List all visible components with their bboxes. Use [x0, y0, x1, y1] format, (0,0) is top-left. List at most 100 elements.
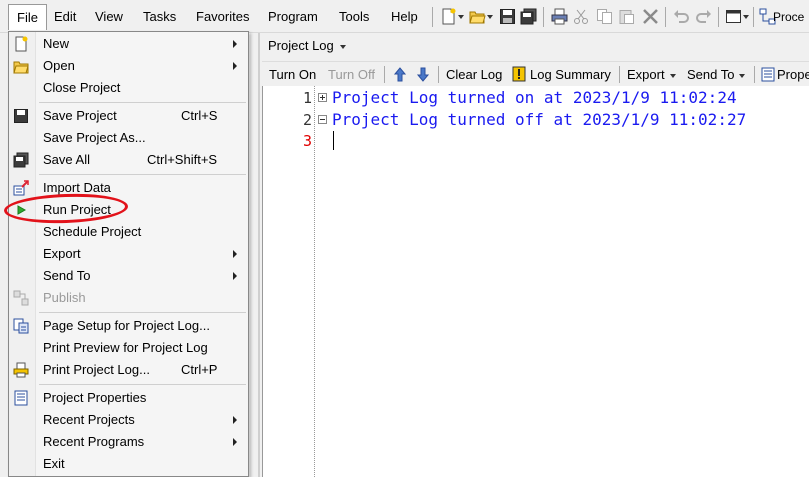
menu-item-label: Print Preview for Project Log — [43, 340, 208, 355]
menu-item-recent-projects[interactable]: Recent Projects — [10, 409, 247, 431]
panel-splitter[interactable] — [258, 33, 260, 477]
new-icon — [15, 36, 28, 52]
menu-file[interactable]: File — [8, 4, 47, 30]
menu-item-project-properties[interactable]: Project Properties — [10, 387, 247, 409]
turn-off-button[interactable]: Turn Off — [328, 62, 375, 87]
menu-item-save-project-as[interactable]: Save Project As... — [10, 127, 247, 149]
delete-icon[interactable] — [642, 8, 659, 25]
menu-item-print-project-log[interactable]: Print Project Log... Ctrl+P — [10, 359, 247, 381]
menu-item-shortcut: Ctrl+S — [181, 108, 218, 123]
save-all-icon[interactable] — [520, 8, 537, 25]
window-dropdown-arrow[interactable] — [743, 15, 749, 19]
menu-help[interactable]: Help — [383, 4, 426, 30]
menu-item-close-project[interactable]: Close Project — [10, 77, 247, 99]
menu-tasks[interactable]: Tasks — [135, 4, 184, 30]
new-dropdown-arrow[interactable] — [458, 15, 464, 19]
turn-on-button[interactable]: Turn On — [269, 62, 316, 87]
menu-edit[interactable]: Edit — [46, 4, 84, 30]
send-to-dropdown[interactable]: Send To — [687, 62, 746, 87]
menu-item-page-setup[interactable]: Page Setup for Project Log... — [10, 315, 247, 337]
properties-icon — [14, 390, 28, 406]
copy-icon[interactable] — [596, 8, 613, 25]
menu-item-save-project[interactable]: Save Project Ctrl+S — [10, 105, 247, 127]
log-editor[interactable] — [262, 86, 809, 477]
menu-separator — [39, 384, 246, 385]
menu-item-label: Close Project — [43, 80, 121, 95]
arrow-up-icon[interactable] — [393, 67, 407, 82]
menu-item-label: Print Project Log... — [43, 362, 150, 377]
menu-item-recent-programs[interactable]: Recent Programs — [10, 431, 247, 453]
properties-button[interactable]: Prope — [777, 62, 809, 87]
menu-separator — [39, 174, 246, 175]
menu-item-label: Send To — [43, 268, 91, 283]
menu-item-label: Open — [43, 58, 75, 73]
menu-item-label: Save Project — [43, 108, 117, 123]
menu-item-shortcut: Ctrl+Shift+S — [147, 152, 218, 167]
menu-item-schedule-project[interactable]: Schedule Project — [10, 221, 247, 243]
open-icon[interactable] — [469, 8, 486, 25]
save-all-icon — [13, 152, 29, 168]
export-dropdown[interactable]: Export — [627, 62, 676, 87]
print-icon — [13, 362, 29, 378]
submenu-arrow-icon — [233, 438, 237, 446]
menu-item-label: Save Project As... — [43, 130, 146, 145]
menu-item-label: New — [43, 36, 70, 51]
line-number: 2 — [302, 111, 312, 129]
submenu-arrow-icon — [233, 272, 237, 280]
menu-item-label: Recent Programs — [43, 434, 145, 449]
project-log-tab-label: Project Log — [268, 38, 334, 53]
open-icon — [13, 61, 29, 74]
clear-log-button[interactable]: Clear Log — [446, 62, 502, 87]
toolbar-separator — [543, 7, 544, 27]
menu-item-send-to[interactable]: Send To — [10, 265, 247, 287]
line-number: 1 — [302, 89, 312, 107]
log-summary-button[interactable]: Log Summary — [530, 62, 611, 87]
menu-item-label: Project Properties — [43, 390, 147, 405]
export-label: Export — [627, 67, 665, 82]
menu-item-export[interactable]: Export — [10, 243, 247, 265]
menu-tools[interactable]: Tools — [331, 4, 377, 30]
print-icon[interactable] — [551, 8, 568, 25]
menu-favorites[interactable]: Favorites — [188, 4, 257, 30]
undo-icon[interactable] — [673, 8, 690, 25]
paste-icon[interactable] — [618, 8, 635, 25]
file-menu-dropdown: New Open Close Project Save Project Ctrl… — [8, 31, 249, 477]
menu-item-open[interactable]: Open — [10, 55, 247, 77]
publish-icon — [13, 290, 29, 306]
menu-item-save-all[interactable]: Save All Ctrl+Shift+S — [10, 149, 247, 171]
window-icon[interactable] — [725, 8, 742, 25]
properties-icon[interactable] — [761, 67, 775, 82]
menu-item-label: Exit — [43, 456, 65, 471]
project-log-tab[interactable]: Project Log — [262, 34, 352, 58]
cut-icon[interactable] — [573, 8, 590, 25]
new-icon[interactable] — [440, 8, 457, 25]
toolbar-separator — [619, 66, 620, 83]
chevron-down-icon[interactable] — [339, 44, 346, 49]
menu-program[interactable]: Program — [260, 4, 326, 30]
collapse-icon[interactable] — [318, 115, 327, 124]
project-log-toolbar: Turn On Turn Off Clear Log Log Summary E… — [262, 61, 809, 88]
menu-item-publish: Publish — [10, 287, 247, 309]
menu-item-label: Recent Projects — [43, 412, 135, 427]
open-dropdown-arrow[interactable] — [487, 15, 493, 19]
log-line: Project Log turned on at 2023/1/9 11:02:… — [332, 88, 737, 107]
menu-view[interactable]: View — [87, 4, 131, 30]
process-flow-button[interactable]: Proce — [771, 4, 806, 30]
chevron-down-icon — [739, 73, 746, 78]
menu-item-exit[interactable]: Exit — [10, 453, 247, 475]
menu-item-print-preview[interactable]: Print Preview for Project Log — [10, 337, 247, 359]
import-icon — [13, 180, 29, 196]
menu-bar: File Edit View Tasks Favorites Program T… — [0, 0, 809, 33]
gutter-divider — [314, 86, 315, 477]
log-line: Project Log turned off at 2023/1/9 11:02… — [332, 110, 747, 129]
menu-item-new[interactable]: New — [10, 33, 247, 55]
menu-item-label: Schedule Project — [43, 224, 142, 239]
toolbar-separator — [754, 66, 755, 83]
expand-icon[interactable] — [318, 93, 327, 102]
submenu-arrow-icon — [233, 62, 237, 70]
arrow-down-icon[interactable] — [416, 67, 430, 82]
menu-separator — [39, 102, 246, 103]
save-icon — [14, 109, 28, 123]
redo-icon[interactable] — [695, 8, 712, 25]
save-icon[interactable] — [499, 8, 516, 25]
